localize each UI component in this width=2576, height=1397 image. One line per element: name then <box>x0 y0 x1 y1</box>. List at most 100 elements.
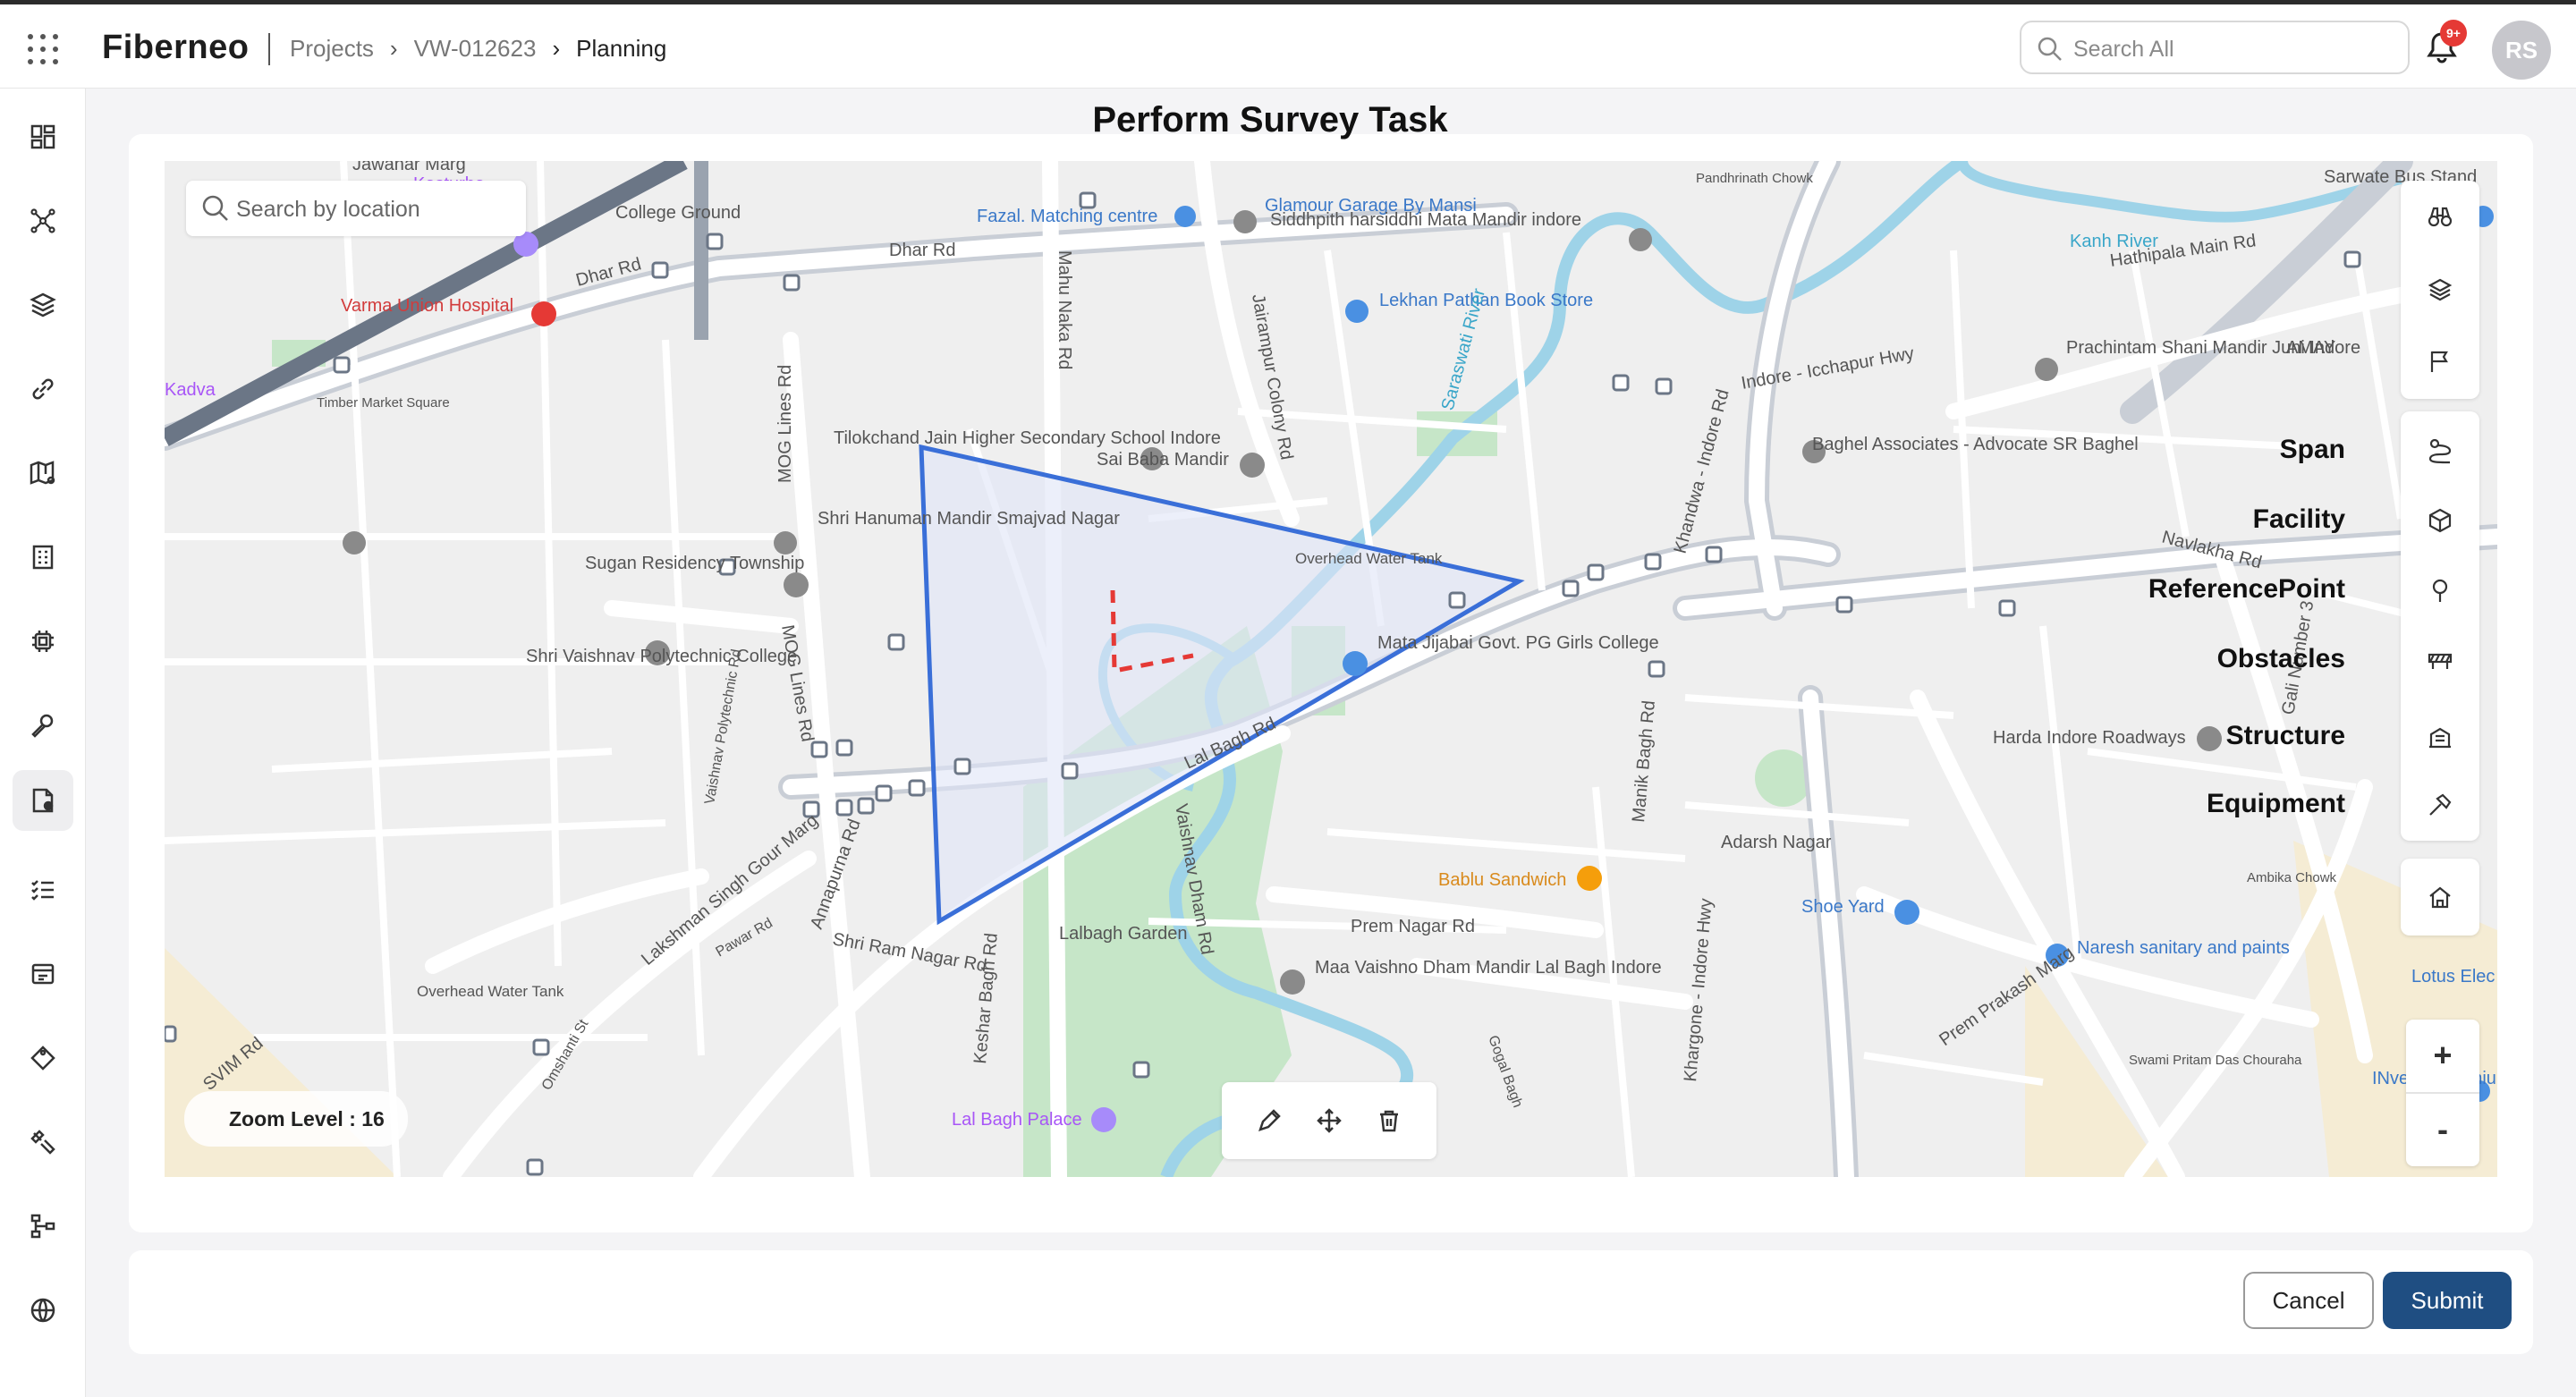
breadcrumb-projects[interactable]: Projects <box>290 35 374 63</box>
hierarchy-icon <box>30 1214 55 1239</box>
sidebar-item-hierarchy[interactable] <box>13 1196 73 1257</box>
sidebar-item-map-settings[interactable] <box>13 443 73 504</box>
sidebar-item-buildings[interactable] <box>13 527 73 588</box>
obstacles-layer-button[interactable] <box>2401 633 2479 687</box>
label-mata-jijabai: Mata Jijabai Govt. PG Girls College <box>1377 633 1659 653</box>
label-shri-vaishnav: Shri Vaishnav Polytechnic College <box>526 647 797 666</box>
map-tiles: Jawahar Marg College Ground Dhar Rd Dhar… <box>165 161 2497 1177</box>
label-overhead-tank-2: Overhead Water Tank <box>417 983 564 1000</box>
map-canvas[interactable]: Jawahar Marg College Ground Dhar Rd Dhar… <box>165 161 2497 1177</box>
binoculars-button[interactable] <box>2401 181 2479 252</box>
label-swami: Swami Pritam Das Chouraha <box>2129 1053 2302 1068</box>
pencil-icon[interactable] <box>1256 1107 1283 1134</box>
layer-label-equipment[interactable]: Equipment <box>2207 789 2345 819</box>
label-sai-baba: Sai Baba Mandir <box>1097 450 1229 470</box>
sidebar <box>0 89 86 1397</box>
label-naresh: Naresh sanitary and paints <box>2077 938 2290 958</box>
search-icon <box>2038 37 2062 61</box>
page-title: Perform Survey Task <box>1092 100 1448 140</box>
network-nodes-icon <box>30 208 55 233</box>
layer-label-span[interactable]: Span <box>2280 435 2345 465</box>
zoom-control: + - <box>2406 1020 2479 1166</box>
layer-label-facility[interactable]: Facility <box>2253 504 2345 535</box>
home-icon <box>2429 886 2451 909</box>
cancel-button[interactable]: Cancel <box>2243 1272 2374 1329</box>
sidebar-item-chip[interactable] <box>13 611 73 672</box>
action-footer <box>129 1250 2533 1354</box>
layers-button[interactable] <box>2401 254 2479 326</box>
structure-layer-button[interactable] <box>2401 710 2479 764</box>
equipment-layer-button[interactable] <box>2401 778 2479 832</box>
sidebar-item-wrench[interactable] <box>13 695 73 756</box>
zoom-in-button[interactable]: + <box>2406 1020 2479 1091</box>
top-header: Fiberneo Projects › VW-012623 › Planning… <box>0 4 2576 89</box>
layers-icon <box>30 292 56 318</box>
barrier-icon <box>2428 653 2453 669</box>
brand-logo[interactable]: Fiberneo <box>102 29 249 67</box>
label-timber: Timber Market Square <box>317 395 450 411</box>
sidebar-item-tools[interactable] <box>13 1112 73 1173</box>
document-settings-icon <box>32 788 54 813</box>
wrench-icon <box>31 714 54 738</box>
shape-edit-toolbar <box>1222 1082 1436 1159</box>
label-tilokchand: Tilokchand Jain Higher Secondary School … <box>834 428 1221 448</box>
label-baghel: Baghel Associates - Advocate SR Baghel <box>1812 435 2139 454</box>
zoom-level-readout: Zoom Level : 16 <box>184 1091 408 1147</box>
cube-icon <box>2428 508 2452 533</box>
label-siddhpith: Siddhpith harsiddhi Mata Mandir indore <box>1270 210 1581 230</box>
move-icon[interactable] <box>1316 1107 1343 1134</box>
label-college-ground: College Ground <box>615 203 741 223</box>
label-ambika: Ambika Chowk <box>2247 870 2337 885</box>
building-icon <box>32 545 54 570</box>
layers-icon <box>2428 278 2453 301</box>
label-lotus: Lotus Elec <box>2411 967 2495 986</box>
label-shoe-yard: Shoe Yard <box>1801 897 1885 917</box>
sidebar-item-links[interactable] <box>13 359 73 419</box>
tag-icon <box>30 1046 55 1071</box>
reference-point-layer-button[interactable] <box>2401 563 2479 617</box>
location-search-input[interactable]: Search by location <box>186 181 526 236</box>
breadcrumb-project-id[interactable]: VW-012623 <box>414 35 537 63</box>
facility-layer-button[interactable] <box>2401 494 2479 547</box>
label-fazal: Fazal. Matching centre <box>977 207 1157 226</box>
sidebar-item-inventory[interactable] <box>13 944 73 1004</box>
map-settings-icon <box>30 461 55 485</box>
sidebar-item-checklist[interactable] <box>13 859 73 920</box>
label-mahu-naka: Mahu Naka Rd <box>1055 250 1074 369</box>
sidebar-item-globe[interactable] <box>13 1280 73 1341</box>
search-placeholder: Search All <box>2073 37 2174 62</box>
label-varma: Varma Union Hospital <box>341 296 513 316</box>
sidebar-item-tags[interactable] <box>13 1028 73 1088</box>
trash-icon[interactable] <box>1376 1107 1402 1134</box>
search-icon <box>202 195 228 221</box>
submit-button[interactable]: Submit <box>2383 1272 2512 1329</box>
sidebar-item-network[interactable] <box>13 190 73 251</box>
label-prem-nagar: Prem Nagar Rd <box>1351 917 1475 936</box>
breadcrumb: Projects › VW-012623 › Planning <box>290 35 666 63</box>
location-search-placeholder: Search by location <box>236 197 420 222</box>
chip-icon <box>32 631 54 652</box>
label-sugan: Sugan Residency Township <box>585 554 804 573</box>
flag-button[interactable] <box>2401 326 2479 397</box>
checklist-icon <box>31 880 54 901</box>
layer-label-reference-point[interactable]: ReferencePoint <box>2148 574 2345 605</box>
app-grid-icon[interactable] <box>25 31 61 67</box>
global-search-input[interactable]: Search All <box>2020 21 2410 74</box>
label-shri-hanuman: Shri Hanuman Mandir Smajvad Nagar <box>818 509 1120 529</box>
label-harda: Harda Indore Roadways <box>1993 728 2186 748</box>
label-pandhrinath: Pandhrinath Chowk <box>1696 171 1813 186</box>
notification-badge: 9+ <box>2440 20 2467 47</box>
chevron-right-icon: › <box>389 35 398 62</box>
span-layer-button[interactable] <box>2401 424 2479 478</box>
avatar[interactable]: RS <box>2492 21 2551 80</box>
label-lal-bagh-palace: Lal Bagh Palace <box>952 1110 1082 1130</box>
zoom-out-button[interactable]: - <box>2406 1094 2479 1165</box>
layer-label-structure[interactable]: Structure <box>2226 721 2345 751</box>
label-babu-sandwich: Bablu Sandwich <box>1438 870 1566 890</box>
chevron-right-icon: › <box>552 35 561 62</box>
sidebar-item-layers[interactable] <box>13 275 73 335</box>
layer-label-obstacles[interactable]: Obstacles <box>2217 644 2345 674</box>
label-overhead-tank: Overhead Water Tank <box>1295 550 1443 567</box>
sidebar-item-survey[interactable] <box>13 770 73 831</box>
home-button[interactable] <box>2401 859 2479 936</box>
